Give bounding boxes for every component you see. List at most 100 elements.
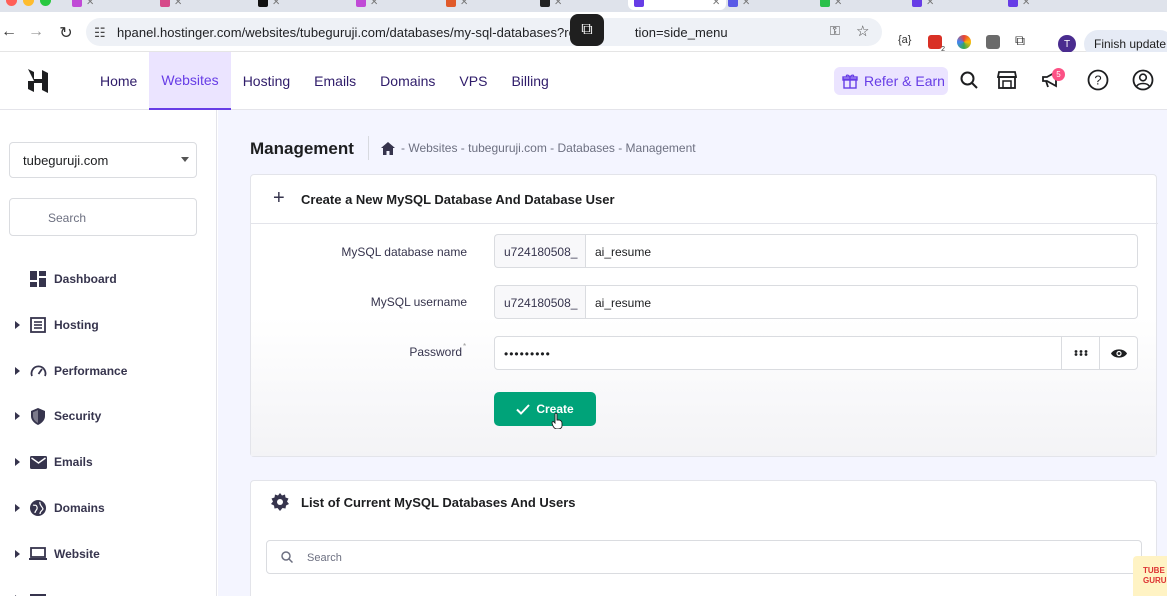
browser-tab[interactable]: ✕ bbox=[820, 0, 842, 10]
expand-arrow-icon bbox=[15, 504, 20, 512]
sidebar-item-performance[interactable]: Performance bbox=[0, 360, 217, 382]
check-icon bbox=[516, 403, 531, 415]
browser-tab[interactable]: ✕ bbox=[258, 0, 280, 10]
dashboard-icon bbox=[29, 270, 47, 288]
create-database-card-header[interactable]: + Create a New MySQL Database And Databa… bbox=[251, 175, 1158, 224]
create-database-form: MySQL database name u724180508_ ai_resum… bbox=[251, 225, 1156, 456]
sidebar-item-domains[interactable]: Domains bbox=[0, 497, 217, 519]
database-list-card: List of Current MySQL Databases And User… bbox=[250, 480, 1157, 596]
database-list-header: List of Current MySQL Databases And User… bbox=[251, 481, 1158, 525]
db-name-label: MySQL database name bbox=[341, 245, 467, 259]
reload-icon[interactable]: ↻ bbox=[57, 23, 75, 43]
top-nav: Home Websites Hosting Emails Domains VPS… bbox=[88, 52, 561, 110]
bookmark-star-icon[interactable]: ☆ bbox=[856, 22, 869, 40]
sidebar-search-input[interactable]: Search bbox=[9, 198, 197, 236]
sidebar-item-website[interactable]: Website bbox=[0, 543, 217, 565]
password-label: Password bbox=[409, 345, 462, 359]
nav-vps[interactable]: VPS bbox=[447, 52, 499, 110]
gear-icon bbox=[271, 493, 289, 511]
extension-icon[interactable]: {a} bbox=[898, 34, 911, 46]
forward-icon[interactable]: → bbox=[27, 23, 45, 41]
required-marker: * bbox=[463, 342, 467, 351]
sidebar-item-label: Hosting bbox=[54, 318, 99, 332]
nav-emails[interactable]: Emails bbox=[302, 52, 368, 110]
sidebar-item-label: Security bbox=[54, 409, 102, 423]
help-icon[interactable]: ? bbox=[1087, 69, 1109, 91]
nav-home[interactable]: Home bbox=[88, 52, 149, 110]
picture-in-picture-icon[interactable]: ⧉ bbox=[570, 14, 604, 46]
expand-arrow-icon bbox=[15, 458, 20, 466]
close-window-button[interactable] bbox=[6, 0, 17, 6]
selected-website: tubeguruji.com bbox=[23, 153, 109, 168]
minimize-window-button[interactable] bbox=[23, 0, 34, 6]
performance-icon bbox=[29, 362, 47, 380]
search-icon bbox=[281, 551, 293, 563]
home-icon[interactable] bbox=[381, 141, 395, 155]
nav-domains[interactable]: Domains bbox=[368, 52, 447, 110]
password-input[interactable]: ••••••••• bbox=[494, 336, 1062, 370]
sidebar-item-label: Domains bbox=[54, 501, 105, 515]
show-password-button[interactable] bbox=[1099, 336, 1138, 370]
sidebar-item-dashboard[interactable]: Dashboard bbox=[0, 268, 217, 290]
db-name-input[interactable]: ai_resume bbox=[585, 234, 1138, 268]
browser-tab[interactable]: ✕ bbox=[446, 0, 468, 10]
sidebar-item-emails[interactable]: Emails bbox=[0, 451, 217, 473]
breadcrumb-path[interactable]: - Websites - tubeguruji.com - Databases … bbox=[401, 141, 696, 155]
notification-count-badge: 5 bbox=[1052, 68, 1065, 81]
chevron-down-icon bbox=[181, 157, 189, 162]
create-button[interactable]: Create bbox=[494, 392, 596, 426]
store-icon[interactable] bbox=[996, 69, 1018, 91]
extension-icon[interactable]: 2 bbox=[928, 35, 945, 53]
browser-tab[interactable]: ✕ bbox=[356, 0, 378, 10]
url-text[interactable]: hpanel.hostinger.com/websites/tubeguruji… bbox=[117, 25, 728, 40]
browser-tab[interactable]: ✕ bbox=[912, 0, 934, 10]
maximize-window-button[interactable] bbox=[40, 0, 51, 6]
plus-icon: + bbox=[273, 187, 285, 209]
sidebar-item-partial[interactable] bbox=[0, 588, 217, 596]
main-content: Management - Websites - tubeguruji.com -… bbox=[218, 110, 1167, 596]
color-picker-extension-icon[interactable] bbox=[957, 35, 971, 49]
files-icon bbox=[29, 590, 47, 596]
username-label: MySQL username bbox=[370, 295, 467, 309]
svg-text:?: ? bbox=[1094, 73, 1101, 88]
nav-billing[interactable]: Billing bbox=[499, 52, 560, 110]
profile-avatar[interactable]: T bbox=[1058, 35, 1076, 53]
account-icon[interactable] bbox=[1132, 69, 1154, 91]
nav-hosting[interactable]: Hosting bbox=[231, 52, 302, 110]
window-controls bbox=[6, 0, 51, 6]
browser-tab-active[interactable]: ✕ bbox=[628, 0, 727, 10]
browser-tab[interactable]: ✕ bbox=[1008, 0, 1030, 10]
search-icon[interactable] bbox=[958, 69, 980, 91]
hand-cursor-icon bbox=[551, 413, 563, 429]
database-search-input[interactable]: Search bbox=[266, 540, 1142, 574]
address-bar[interactable]: ☷ hpanel.hostinger.com/websites/tubeguru… bbox=[86, 18, 882, 46]
generate-password-button[interactable] bbox=[1061, 336, 1100, 370]
shield-icon bbox=[29, 407, 47, 425]
eye-icon bbox=[1110, 348, 1127, 358]
browser-tab[interactable]: ✕ bbox=[72, 0, 94, 10]
dots-icon bbox=[1074, 350, 1087, 356]
gift-icon bbox=[842, 74, 858, 89]
username-input[interactable]: ai_resume bbox=[585, 285, 1138, 319]
browser-tab[interactable]: ✕ bbox=[540, 0, 562, 10]
database-search-placeholder: Search bbox=[307, 552, 342, 564]
extensions-puzzle-icon[interactable]: ⧉ bbox=[1015, 32, 1025, 49]
hostinger-logo[interactable] bbox=[26, 68, 50, 94]
back-icon[interactable]: ← bbox=[0, 23, 18, 41]
db-name-prefix: u724180508_ bbox=[494, 234, 586, 268]
browser-tab[interactable]: ✕ bbox=[160, 0, 182, 10]
extension-icon[interactable] bbox=[986, 35, 1000, 49]
sidebar: tubeguruji.com Search Dashboard Hosting … bbox=[0, 110, 217, 596]
password-key-icon[interactable]: ⚿ bbox=[830, 23, 840, 39]
sidebar-item-security[interactable]: Security bbox=[0, 405, 217, 427]
sidebar-item-hosting[interactable]: Hosting bbox=[0, 314, 217, 336]
database-list-title: List of Current MySQL Databases And User… bbox=[301, 495, 576, 510]
refer-earn-button[interactable]: Refer & Earn bbox=[834, 67, 948, 95]
app-header: Home Websites Hosting Emails Domains VPS… bbox=[0, 52, 1167, 110]
create-database-title: Create a New MySQL Database And Database… bbox=[301, 192, 615, 207]
nav-websites[interactable]: Websites bbox=[149, 52, 231, 110]
browser-tab[interactable]: ✕ bbox=[728, 0, 750, 10]
site-settings-icon[interactable]: ☷ bbox=[94, 25, 106, 41]
sidebar-item-label: Emails bbox=[54, 455, 93, 469]
website-selector[interactable]: tubeguruji.com bbox=[9, 142, 197, 178]
